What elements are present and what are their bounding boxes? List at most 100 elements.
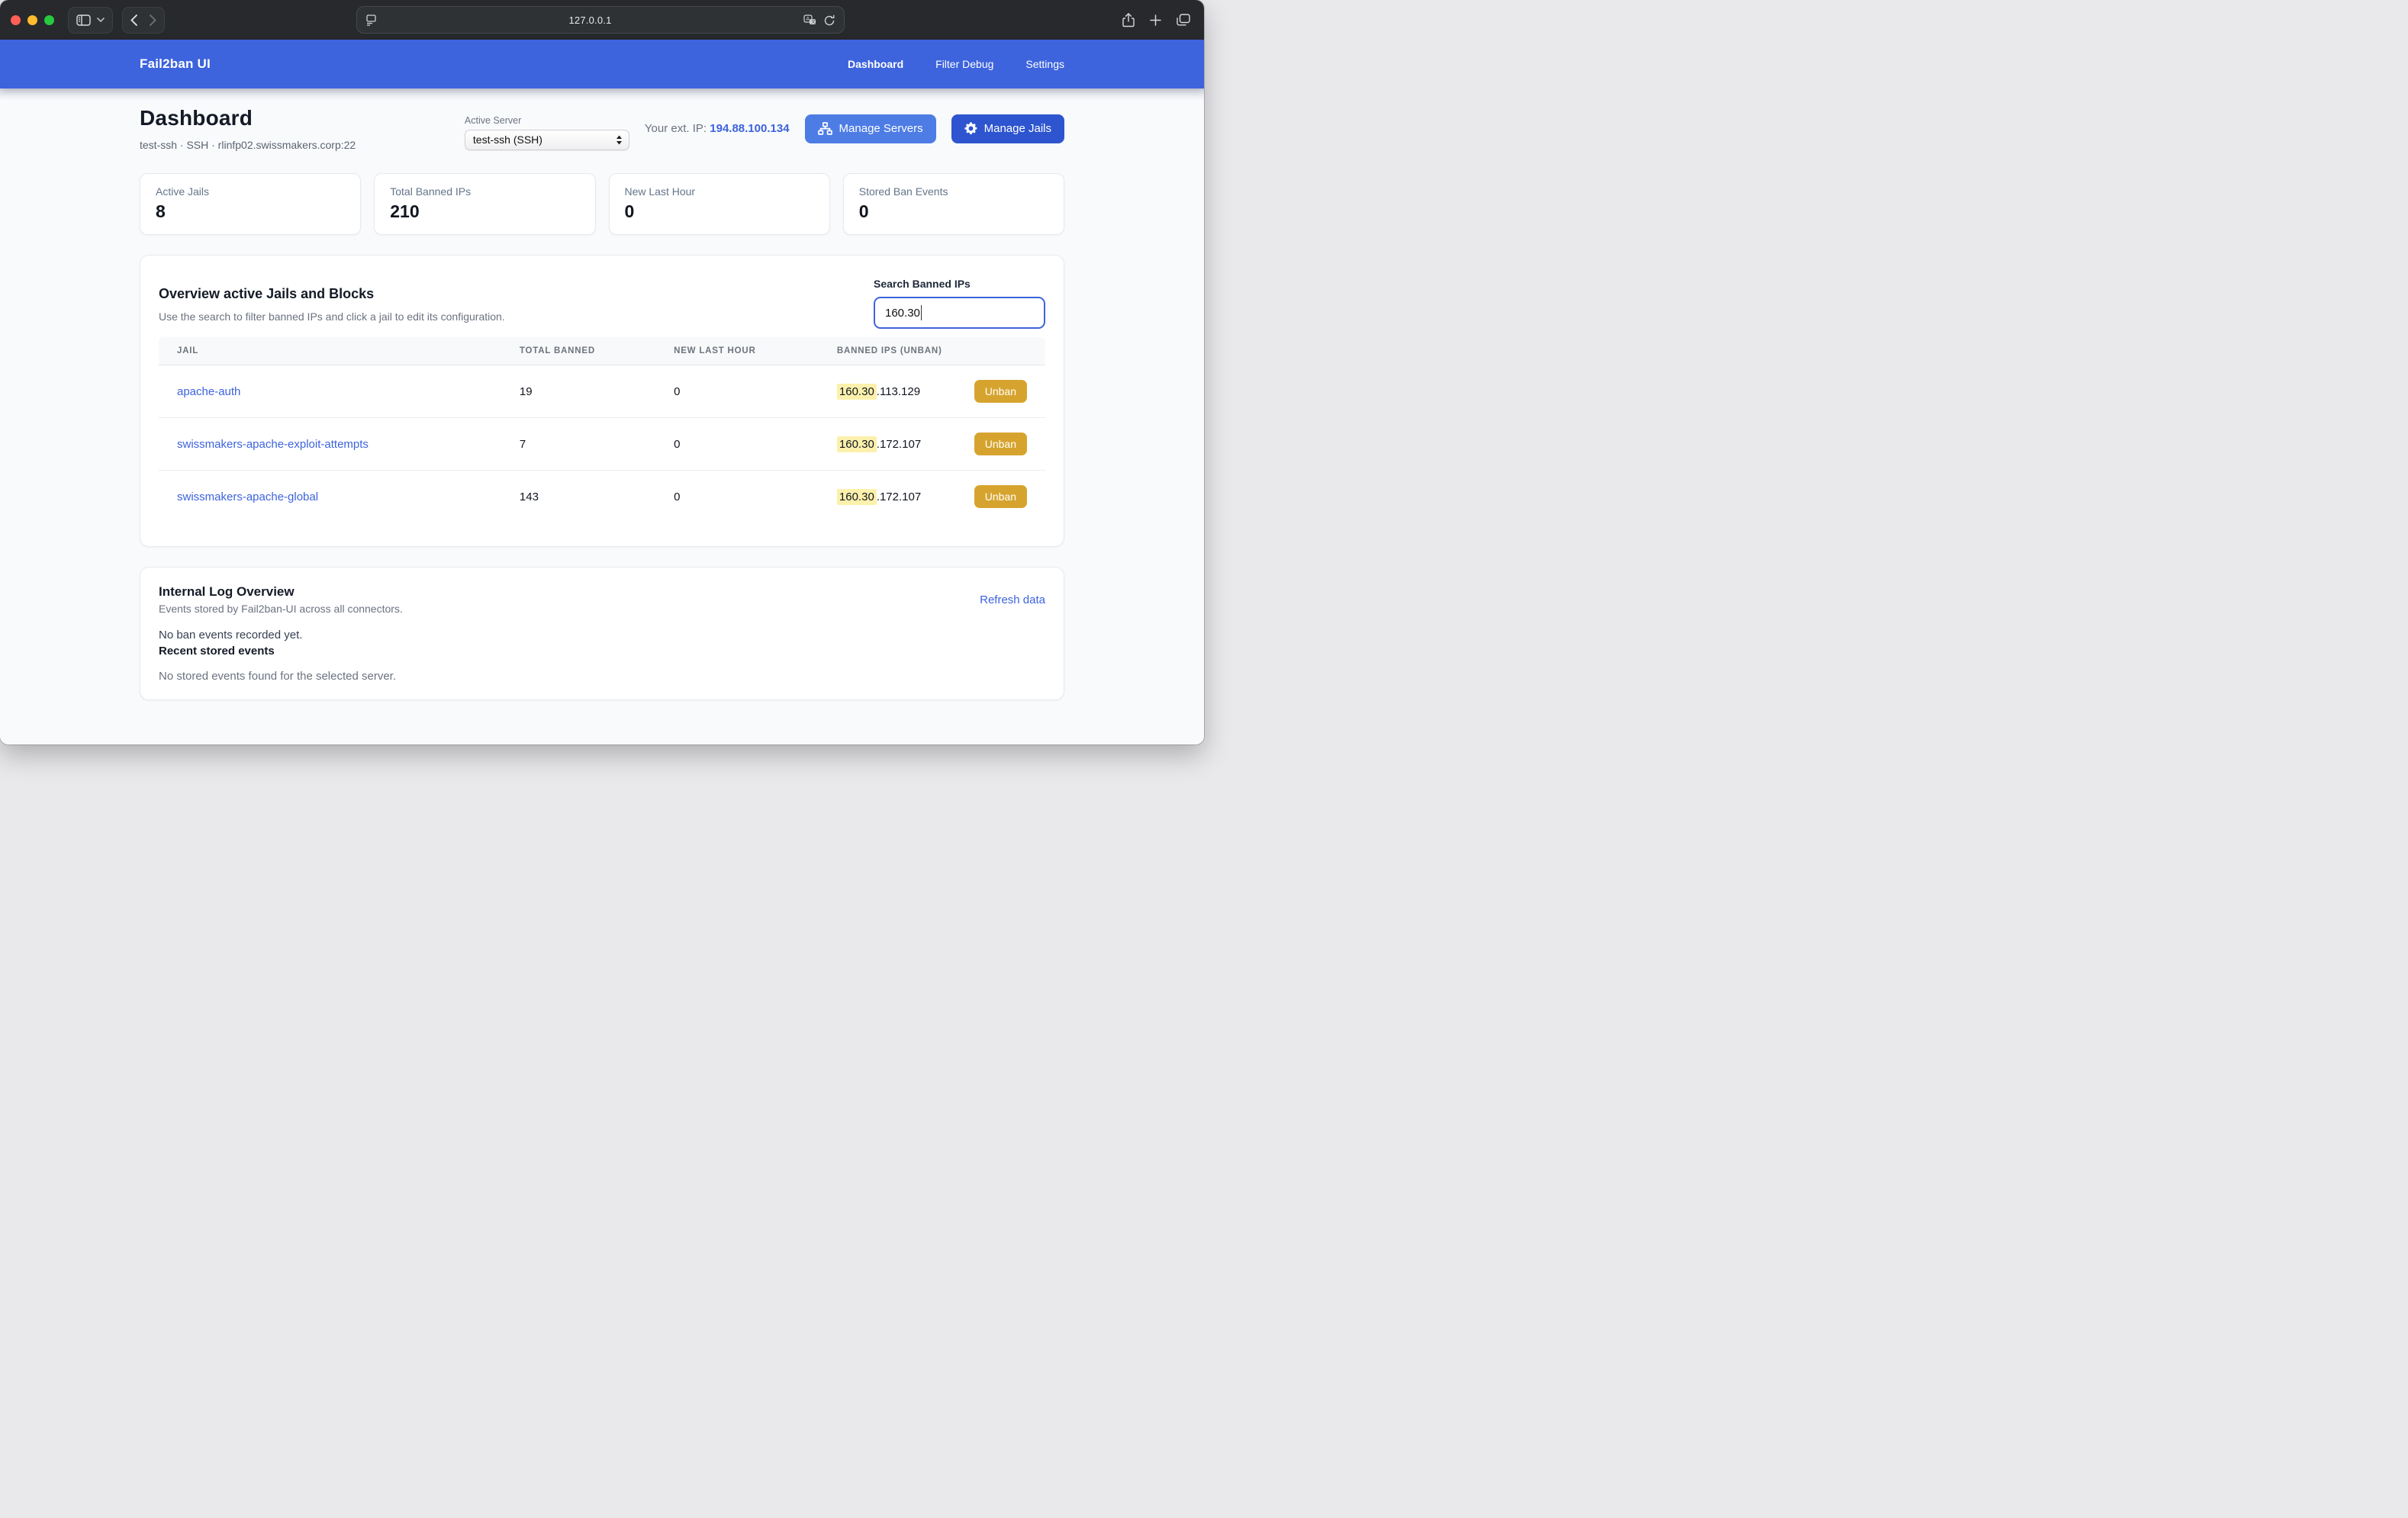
manage-jails-label: Manage Jails bbox=[984, 122, 1051, 135]
active-server-value: test-ssh (SSH) bbox=[473, 133, 616, 146]
jail-link[interactable]: apache-auth bbox=[177, 385, 240, 398]
zoom-window-button[interactable] bbox=[44, 15, 54, 25]
main-nav: Dashboard Filter Debug Settings bbox=[848, 58, 1064, 70]
table-row: swissmakers-apache-global 143 0 160.30.1… bbox=[159, 471, 1045, 523]
new-tab-icon[interactable] bbox=[1150, 14, 1161, 26]
svg-text:文: 文 bbox=[811, 18, 816, 24]
history-nav-group bbox=[122, 7, 165, 34]
browser-window: 127.0.0.1 A 文 bbox=[0, 0, 1204, 745]
select-arrows-icon bbox=[616, 135, 623, 145]
stat-value: 0 bbox=[625, 201, 814, 222]
nav-link-dashboard[interactable]: Dashboard bbox=[848, 58, 903, 70]
external-ip: Your ext. IP: 194.88.100.134 bbox=[645, 122, 790, 135]
page-subtitle: test-ssh · SSH · rlinfp02.swissmakers.co… bbox=[140, 139, 356, 151]
no-stored-events-text: No stored events found for the selected … bbox=[159, 670, 1045, 683]
ip-highlight: 160.30 bbox=[837, 436, 877, 452]
external-ip-label: Your ext. IP: bbox=[645, 122, 707, 135]
unban-button[interactable]: Unban bbox=[974, 485, 1027, 508]
sidebar-toggle-group[interactable] bbox=[68, 7, 113, 34]
jails-overview-card: Overview active Jails and Blocks Use the… bbox=[140, 255, 1064, 547]
recent-stored-events-heading: Recent stored events bbox=[159, 645, 1045, 658]
ip-rest: .172.107 bbox=[877, 490, 921, 503]
forward-button[interactable] bbox=[150, 14, 156, 26]
browser-toolbar: 127.0.0.1 A 文 bbox=[0, 0, 1204, 40]
banned-ip: 160.30.172.107 bbox=[837, 490, 921, 503]
stat-card-stored-ban-events: Stored Ban Events 0 bbox=[843, 173, 1064, 235]
new-last-hour-cell: 0 bbox=[674, 418, 837, 471]
sitemap-icon bbox=[818, 122, 832, 135]
search-banned-ips-label: Search Banned IPs bbox=[874, 278, 1045, 290]
tab-overview-icon[interactable] bbox=[1177, 14, 1190, 26]
search-banned-ips-group: Search Banned IPs 160.30 bbox=[874, 278, 1045, 329]
external-ip-value[interactable]: 194.88.100.134 bbox=[710, 122, 789, 135]
stat-label: Stored Ban Events bbox=[859, 185, 1048, 198]
column-header-jail: JAIL bbox=[159, 337, 520, 365]
stat-cards: Active Jails 8 Total Banned IPs 210 New … bbox=[140, 173, 1064, 235]
url-text: 127.0.0.1 bbox=[377, 14, 803, 26]
manage-servers-label: Manage Servers bbox=[839, 122, 923, 135]
translate-icon[interactable]: A 文 bbox=[803, 14, 816, 26]
total-banned-cell: 7 bbox=[520, 418, 674, 471]
stat-card-new-last-hour: New Last Hour 0 bbox=[609, 173, 830, 235]
gear-icon bbox=[964, 122, 977, 135]
app-navbar: Fail2ban UI Dashboard Filter Debug Setti… bbox=[0, 40, 1204, 88]
stat-card-active-jails: Active Jails 8 bbox=[140, 173, 361, 235]
column-header-banned-ips: BANNED IPS (UNBAN) bbox=[837, 337, 1045, 365]
traffic-lights bbox=[11, 15, 54, 25]
jail-link[interactable]: swissmakers-apache-exploit-attempts bbox=[177, 438, 369, 451]
no-ban-events-text: No ban events recorded yet. bbox=[159, 629, 1045, 642]
ip-rest: .172.107 bbox=[877, 438, 921, 451]
ip-highlight: 160.30 bbox=[837, 489, 877, 505]
svg-text:A: A bbox=[806, 17, 810, 22]
banned-ip: 160.30.113.129 bbox=[837, 385, 920, 398]
stat-label: New Last Hour bbox=[625, 185, 814, 198]
column-header-new-last-hour: NEW LAST HOUR bbox=[674, 337, 837, 365]
refresh-data-link[interactable]: Refresh data bbox=[980, 593, 1045, 606]
address-bar[interactable]: 127.0.0.1 A 文 bbox=[356, 6, 845, 34]
active-server-select[interactable]: test-ssh (SSH) bbox=[465, 130, 629, 150]
stat-value: 210 bbox=[390, 201, 579, 222]
log-subtitle: Events stored by Fail2ban-UI across all … bbox=[159, 603, 1045, 615]
nav-link-settings[interactable]: Settings bbox=[1025, 58, 1064, 70]
active-server-group: Active Server test-ssh (SSH) bbox=[465, 115, 629, 150]
page-body: Dashboard test-ssh · SSH · rlinfp02.swis… bbox=[0, 88, 1204, 745]
search-input-value: 160.30 bbox=[885, 307, 920, 320]
back-button[interactable] bbox=[130, 14, 137, 26]
manage-jails-button[interactable]: Manage Jails bbox=[951, 114, 1064, 143]
column-header-total-banned: TOTAL BANNED bbox=[520, 337, 674, 365]
jails-table: JAIL TOTAL BANNED NEW LAST HOUR BANNED I… bbox=[159, 337, 1045, 523]
stat-label: Total Banned IPs bbox=[390, 185, 579, 198]
internal-log-card: Internal Log Overview Events stored by F… bbox=[140, 567, 1064, 700]
unban-button[interactable]: Unban bbox=[974, 433, 1027, 455]
reload-icon[interactable] bbox=[824, 14, 835, 26]
new-last-hour-cell: 0 bbox=[674, 471, 837, 523]
table-row: swissmakers-apache-exploit-attempts 7 0 … bbox=[159, 418, 1045, 471]
page-settings-icon[interactable] bbox=[366, 14, 377, 26]
stat-card-total-banned: Total Banned IPs 210 bbox=[374, 173, 595, 235]
text-caret bbox=[921, 305, 922, 320]
total-banned-cell: 19 bbox=[520, 365, 674, 418]
app-brand[interactable]: Fail2ban UI bbox=[140, 56, 211, 72]
chevron-down-icon bbox=[97, 18, 105, 22]
new-last-hour-cell: 0 bbox=[674, 365, 837, 418]
close-window-button[interactable] bbox=[11, 15, 21, 25]
stat-label: Active Jails bbox=[156, 185, 345, 198]
search-banned-ips-input[interactable]: 160.30 bbox=[874, 297, 1045, 329]
stat-value: 8 bbox=[156, 201, 345, 222]
sidebar-icon bbox=[76, 14, 91, 26]
nav-link-filter-debug[interactable]: Filter Debug bbox=[935, 58, 993, 70]
ip-highlight: 160.30 bbox=[837, 384, 877, 400]
minimize-window-button[interactable] bbox=[27, 15, 37, 25]
ip-rest: .113.129 bbox=[877, 385, 920, 398]
jail-link[interactable]: swissmakers-apache-global bbox=[177, 490, 318, 503]
share-icon[interactable] bbox=[1122, 13, 1135, 27]
unban-button[interactable]: Unban bbox=[974, 380, 1027, 403]
page-title: Dashboard bbox=[140, 106, 356, 130]
table-row: apache-auth 19 0 160.30.113.129 Unban bbox=[159, 365, 1045, 418]
active-server-label: Active Server bbox=[465, 115, 629, 126]
total-banned-cell: 143 bbox=[520, 471, 674, 523]
dashboard-header: Dashboard test-ssh · SSH · rlinfp02.swis… bbox=[140, 106, 1064, 151]
banned-ip: 160.30.172.107 bbox=[837, 438, 921, 451]
log-title: Internal Log Overview bbox=[159, 584, 1045, 600]
manage-servers-button[interactable]: Manage Servers bbox=[805, 114, 936, 143]
